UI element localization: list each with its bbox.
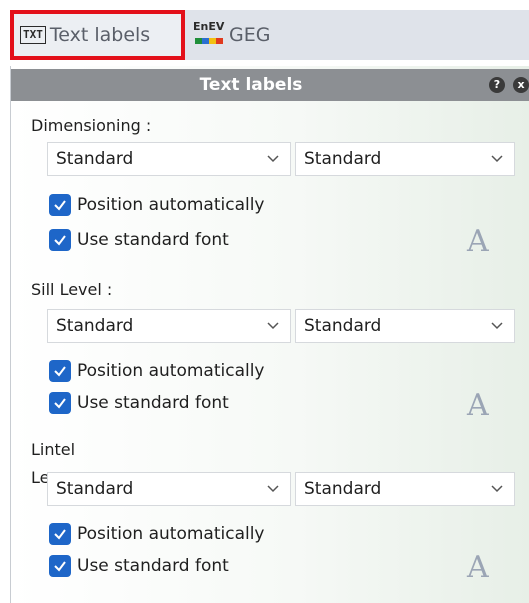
close-icon[interactable]: x — [513, 77, 529, 93]
check-icon — [54, 366, 66, 377]
lintel-level-position-automatically[interactable]: Position automatically — [49, 522, 265, 546]
panel-title: Text labels — [199, 75, 303, 95]
sill-level-select-right[interactable]: Standard — [295, 309, 515, 343]
text-labels-panel: Text labels ? x Dimensioning : Standard … — [10, 66, 529, 603]
dimensioning-position-automatically[interactable]: Position automatically — [49, 193, 265, 217]
checkbox-checked[interactable] — [49, 523, 71, 545]
check-icon — [54, 235, 66, 246]
chevron-down-icon — [491, 485, 503, 493]
lintel-level-label: Lintel — [31, 440, 76, 459]
panel-header: Text labels ? x — [11, 69, 529, 101]
lintel-level-select-left[interactable]: Standard — [47, 472, 291, 506]
enev-icon: EnEV — [193, 20, 225, 50]
sill-level-label: Sill Level : — [31, 280, 113, 299]
check-icon — [54, 561, 66, 572]
help-icon[interactable]: ? — [489, 77, 505, 93]
dimensioning-select-left[interactable]: Standard — [47, 142, 291, 176]
tab-text-labels-label: Text labels — [49, 24, 151, 46]
checkbox-checked[interactable] — [49, 194, 71, 216]
font-icon[interactable]: A — [467, 388, 489, 423]
checkbox-checked[interactable] — [49, 360, 71, 382]
check-icon — [54, 200, 66, 211]
chevron-down-icon — [267, 485, 279, 493]
tab-geg-label: GEG — [229, 24, 271, 46]
txt-icon: TXT — [20, 26, 46, 44]
sill-level-use-standard-font[interactable]: Use standard font — [49, 391, 229, 415]
dimensioning-label: Dimensioning : — [31, 116, 152, 135]
check-icon — [54, 398, 66, 409]
lintel-level-select-right[interactable]: Standard — [295, 472, 515, 506]
chevron-down-icon — [267, 155, 279, 163]
chevron-down-icon — [267, 322, 279, 330]
lintel-level-use-standard-font[interactable]: Use standard font — [49, 554, 229, 578]
sill-level-position-automatically[interactable]: Position automatically — [49, 359, 265, 383]
dimensioning-use-standard-font[interactable]: Use standard font — [49, 228, 229, 252]
checkbox-checked[interactable] — [49, 392, 71, 414]
font-icon[interactable]: A — [467, 550, 489, 585]
checkbox-checked[interactable] — [49, 555, 71, 577]
tab-geg[interactable]: EnEV GEG — [187, 10, 287, 60]
font-icon[interactable]: A — [467, 224, 489, 259]
chevron-down-icon — [491, 155, 503, 163]
dimensioning-select-right[interactable]: Standard — [295, 142, 515, 176]
sill-level-select-left[interactable]: Standard — [47, 309, 291, 343]
chevron-down-icon — [491, 322, 503, 330]
check-icon — [54, 529, 66, 540]
tab-strip: TXT Text labels EnEV GEG — [0, 0, 529, 64]
tab-text-labels[interactable]: TXT Text labels — [10, 10, 185, 60]
checkbox-checked[interactable] — [49, 229, 71, 251]
